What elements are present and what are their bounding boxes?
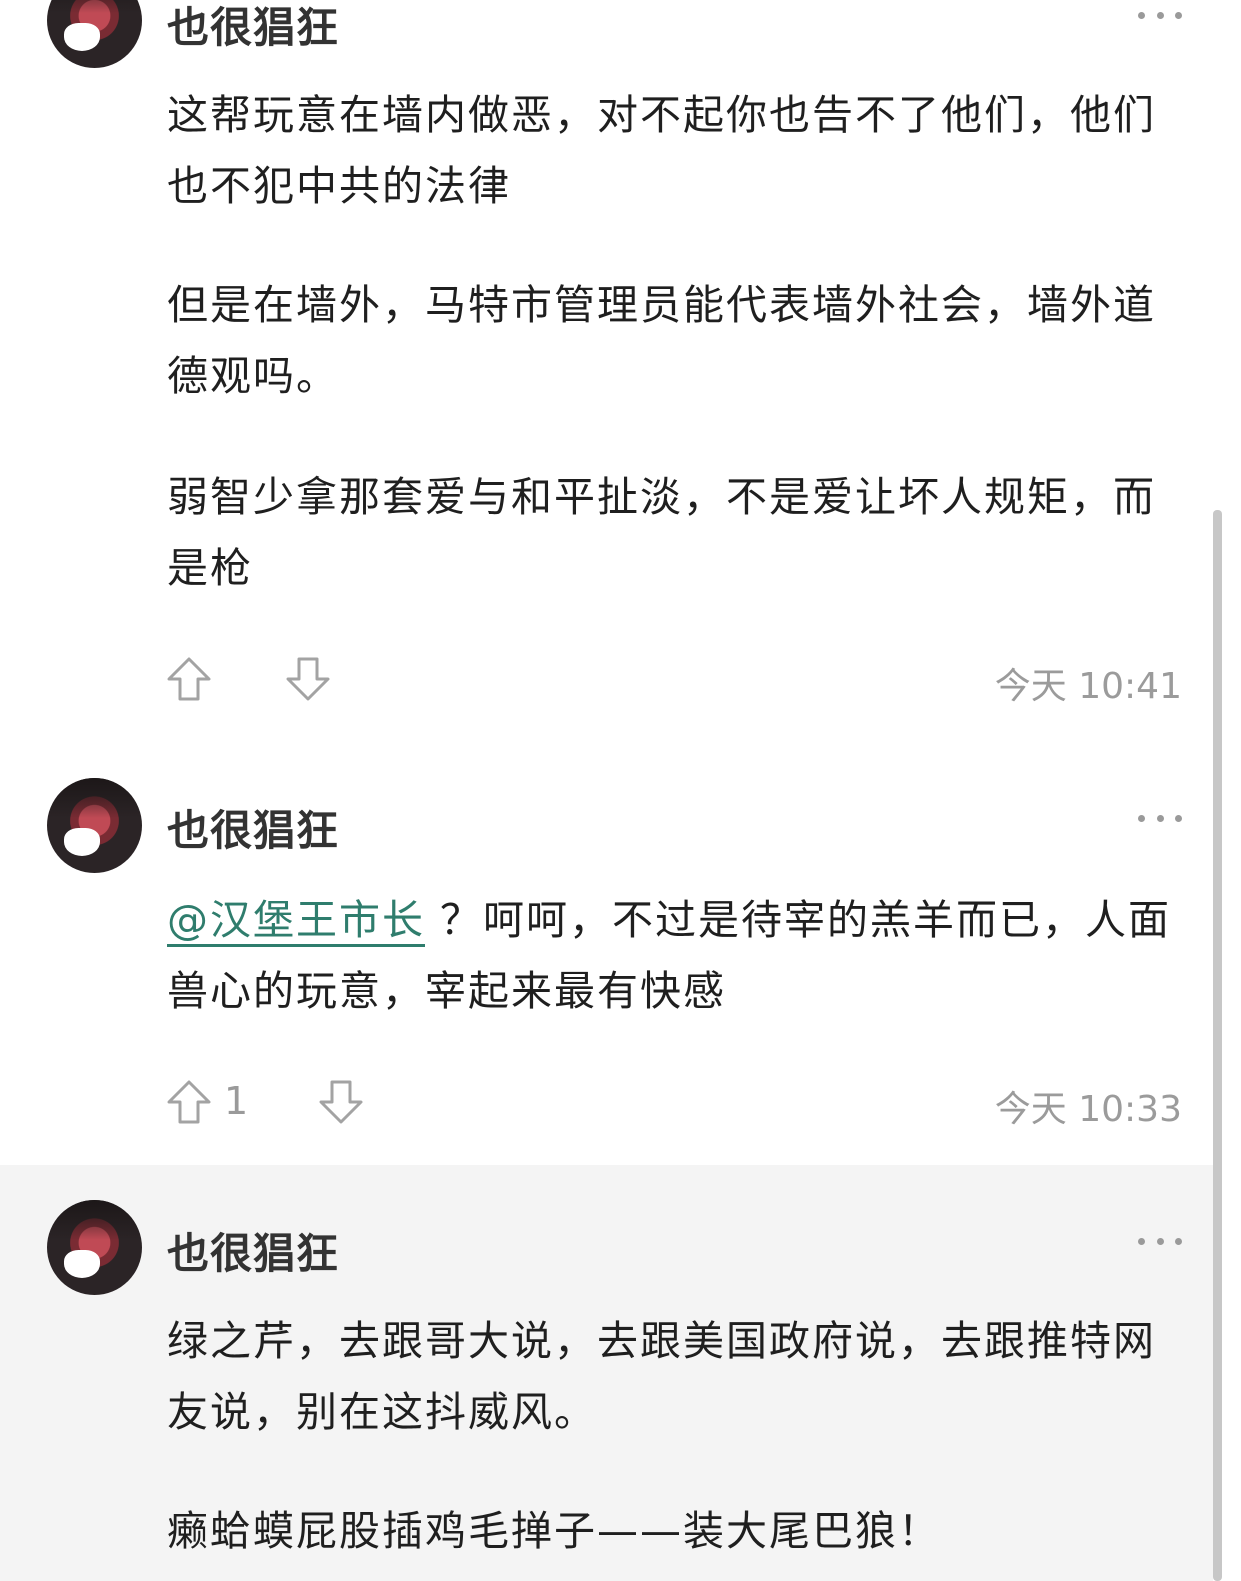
avatar[interactable] (47, 1200, 142, 1295)
comment-item: 也很猖狂 绿之芹，去跟哥大说，去跟美国政府说，去跟推特网友说，别在这抖威风。 癞… (0, 1165, 1213, 1581)
more-dots-icon[interactable] (1138, 812, 1182, 824)
avatar[interactable] (47, 778, 142, 873)
comment-paragraph: 癞蛤蟆屁股插鸡毛掸子——装大尾巴狼！ (167, 1507, 941, 1555)
comment-username[interactable]: 也很猖狂 (167, 0, 339, 55)
comment-timestamp: 今天 10:33 (994, 1089, 1182, 1130)
more-dots-icon[interactable] (1138, 1235, 1182, 1247)
upvote-arrow-icon[interactable] (166, 656, 212, 702)
comment-paragraph: 这帮玩意在墙内做恶，对不起你也告不了他们，他们也不犯中共的法律 (167, 91, 1156, 210)
comment-item: 也很猖狂 @汉堡王市长 ？呵呵，不过是待宰的羔羊而已，人面兽心的玩意，宰起来最有… (0, 740, 1213, 1165)
upvote-count: 1 (224, 1079, 249, 1123)
avatar[interactable] (47, 0, 142, 68)
comment-username[interactable]: 也很猖狂 (167, 1220, 339, 1281)
downvote-arrow-icon[interactable] (285, 656, 331, 702)
user-mention-link[interactable]: @汉堡王市长 (167, 896, 425, 947)
comment-paragraph: 弱智少拿那套爱与和平扯淡，不是爱让坏人规矩，而是枪 (167, 473, 1156, 592)
downvote-arrow-icon[interactable] (318, 1079, 364, 1125)
comment-paragraph: 绿之芹，去跟哥大说，去跟美国政府说，去跟推特网友说，别在这抖威风。 (167, 1317, 1156, 1436)
comment-paragraph: 但是在墙外，马特市管理员能代表墙外社会，墙外道德观吗。 (167, 281, 1156, 400)
comment-item: 也很猖狂 这帮玩意在墙内做恶，对不起你也告不了他们，他们也不犯中共的法律 但是在… (0, 0, 1213, 740)
comment-paragraph: @汉堡王市长 ？呵呵，不过是待宰的羔羊而已，人面兽心的玩意，宰起来最有快感 (167, 885, 1177, 1027)
upvote-arrow-icon[interactable] (166, 1079, 212, 1125)
scrollbar[interactable] (1213, 510, 1222, 1581)
comment-timestamp: 今天 10:41 (994, 666, 1182, 707)
comment-username[interactable]: 也很猖狂 (167, 797, 339, 858)
more-dots-icon[interactable] (1138, 9, 1182, 21)
